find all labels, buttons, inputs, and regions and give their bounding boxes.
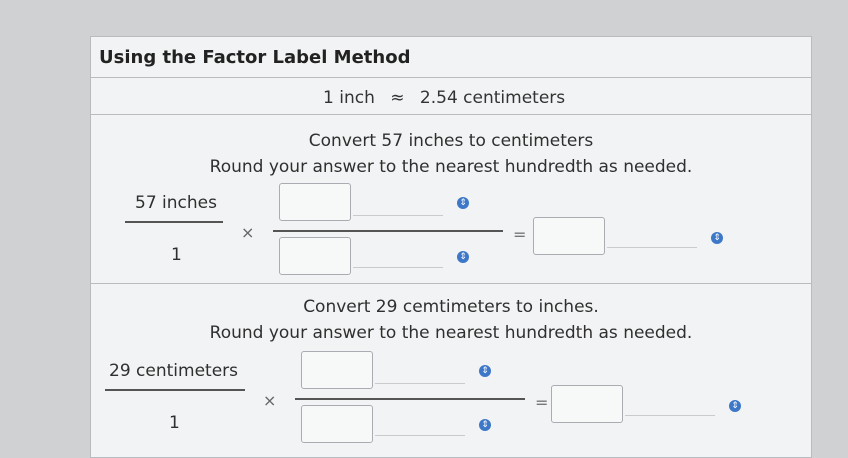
problem-2-den-unit-line — [375, 435, 465, 436]
equivalence-right: 2.54 centimeters — [419, 88, 566, 108]
problem-2-answer-unit-line — [625, 415, 715, 416]
problem-1-num-unit-line — [353, 215, 443, 216]
problem-1-fraction-bar — [125, 221, 223, 223]
problem-1-numerator: 57 inches — [135, 193, 217, 213]
problem-2-fraction-bar — [105, 389, 245, 391]
problem-1-equals: = — [513, 225, 527, 244]
problem-1-factor-numerator-input[interactable] — [279, 183, 351, 221]
problem-2-prompt: Convert 29 cemtimeters to inches. — [303, 297, 599, 317]
problem-1-denominator: 1 — [171, 245, 182, 265]
chevron-updown-icon[interactable]: ⇕ — [479, 419, 491, 431]
problem-1-answer-unit-line — [607, 247, 697, 248]
problem-2-factor-bar — [295, 398, 525, 400]
page-title: Using the Factor Label Method — [99, 47, 411, 68]
problem-2-factor-denominator-input[interactable] — [301, 405, 373, 443]
problem-1: Convert 57 inches to centimeters Round y… — [91, 115, 811, 284]
problem-1-prompt: Convert 57 inches to centimeters — [308, 131, 594, 151]
equivalence-row: 1 inch ≈ 2.54 centimeters — [91, 78, 811, 115]
problem-2-answer-input[interactable] — [551, 385, 623, 423]
problem-1-times: × — [241, 223, 255, 242]
problem-2-times: × — [263, 391, 277, 410]
equivalence-left: 1 inch — [323, 88, 375, 108]
problem-2-factor-numerator-input[interactable] — [301, 351, 373, 389]
chevron-updown-icon[interactable]: ⇕ — [711, 232, 723, 244]
problem-2-numerator: 29 centimeters — [109, 361, 238, 381]
chevron-updown-icon[interactable]: ⇕ — [457, 251, 469, 263]
problem-2-instruction: Round your answer to the nearest hundred… — [209, 323, 693, 343]
problem-1-factor-denominator-input[interactable] — [279, 237, 351, 275]
problem-2: Convert 29 cemtimeters to inches. Round … — [91, 285, 811, 458]
chevron-updown-icon[interactable]: ⇕ — [729, 400, 741, 412]
problem-1-instruction: Round your answer to the nearest hundred… — [209, 157, 693, 177]
equivalence-text: 1 inch ≈ 2.54 centimeters — [323, 88, 565, 108]
chevron-updown-icon[interactable]: ⇕ — [479, 365, 491, 377]
problem-2-denominator: 1 — [169, 413, 180, 433]
problem-2-num-unit-line — [375, 383, 465, 384]
problem-1-answer-input[interactable] — [533, 217, 605, 255]
approx-symbol: ≈ — [390, 88, 405, 108]
factor-label-panel: Using the Factor Label Method 1 inch ≈ 2… — [90, 36, 812, 458]
problem-1-factor-bar — [273, 230, 503, 232]
problem-1-den-unit-line — [353, 267, 443, 268]
title-row: Using the Factor Label Method — [91, 37, 811, 78]
problem-2-equals: = — [535, 393, 549, 412]
chevron-updown-icon[interactable]: ⇕ — [457, 197, 469, 209]
